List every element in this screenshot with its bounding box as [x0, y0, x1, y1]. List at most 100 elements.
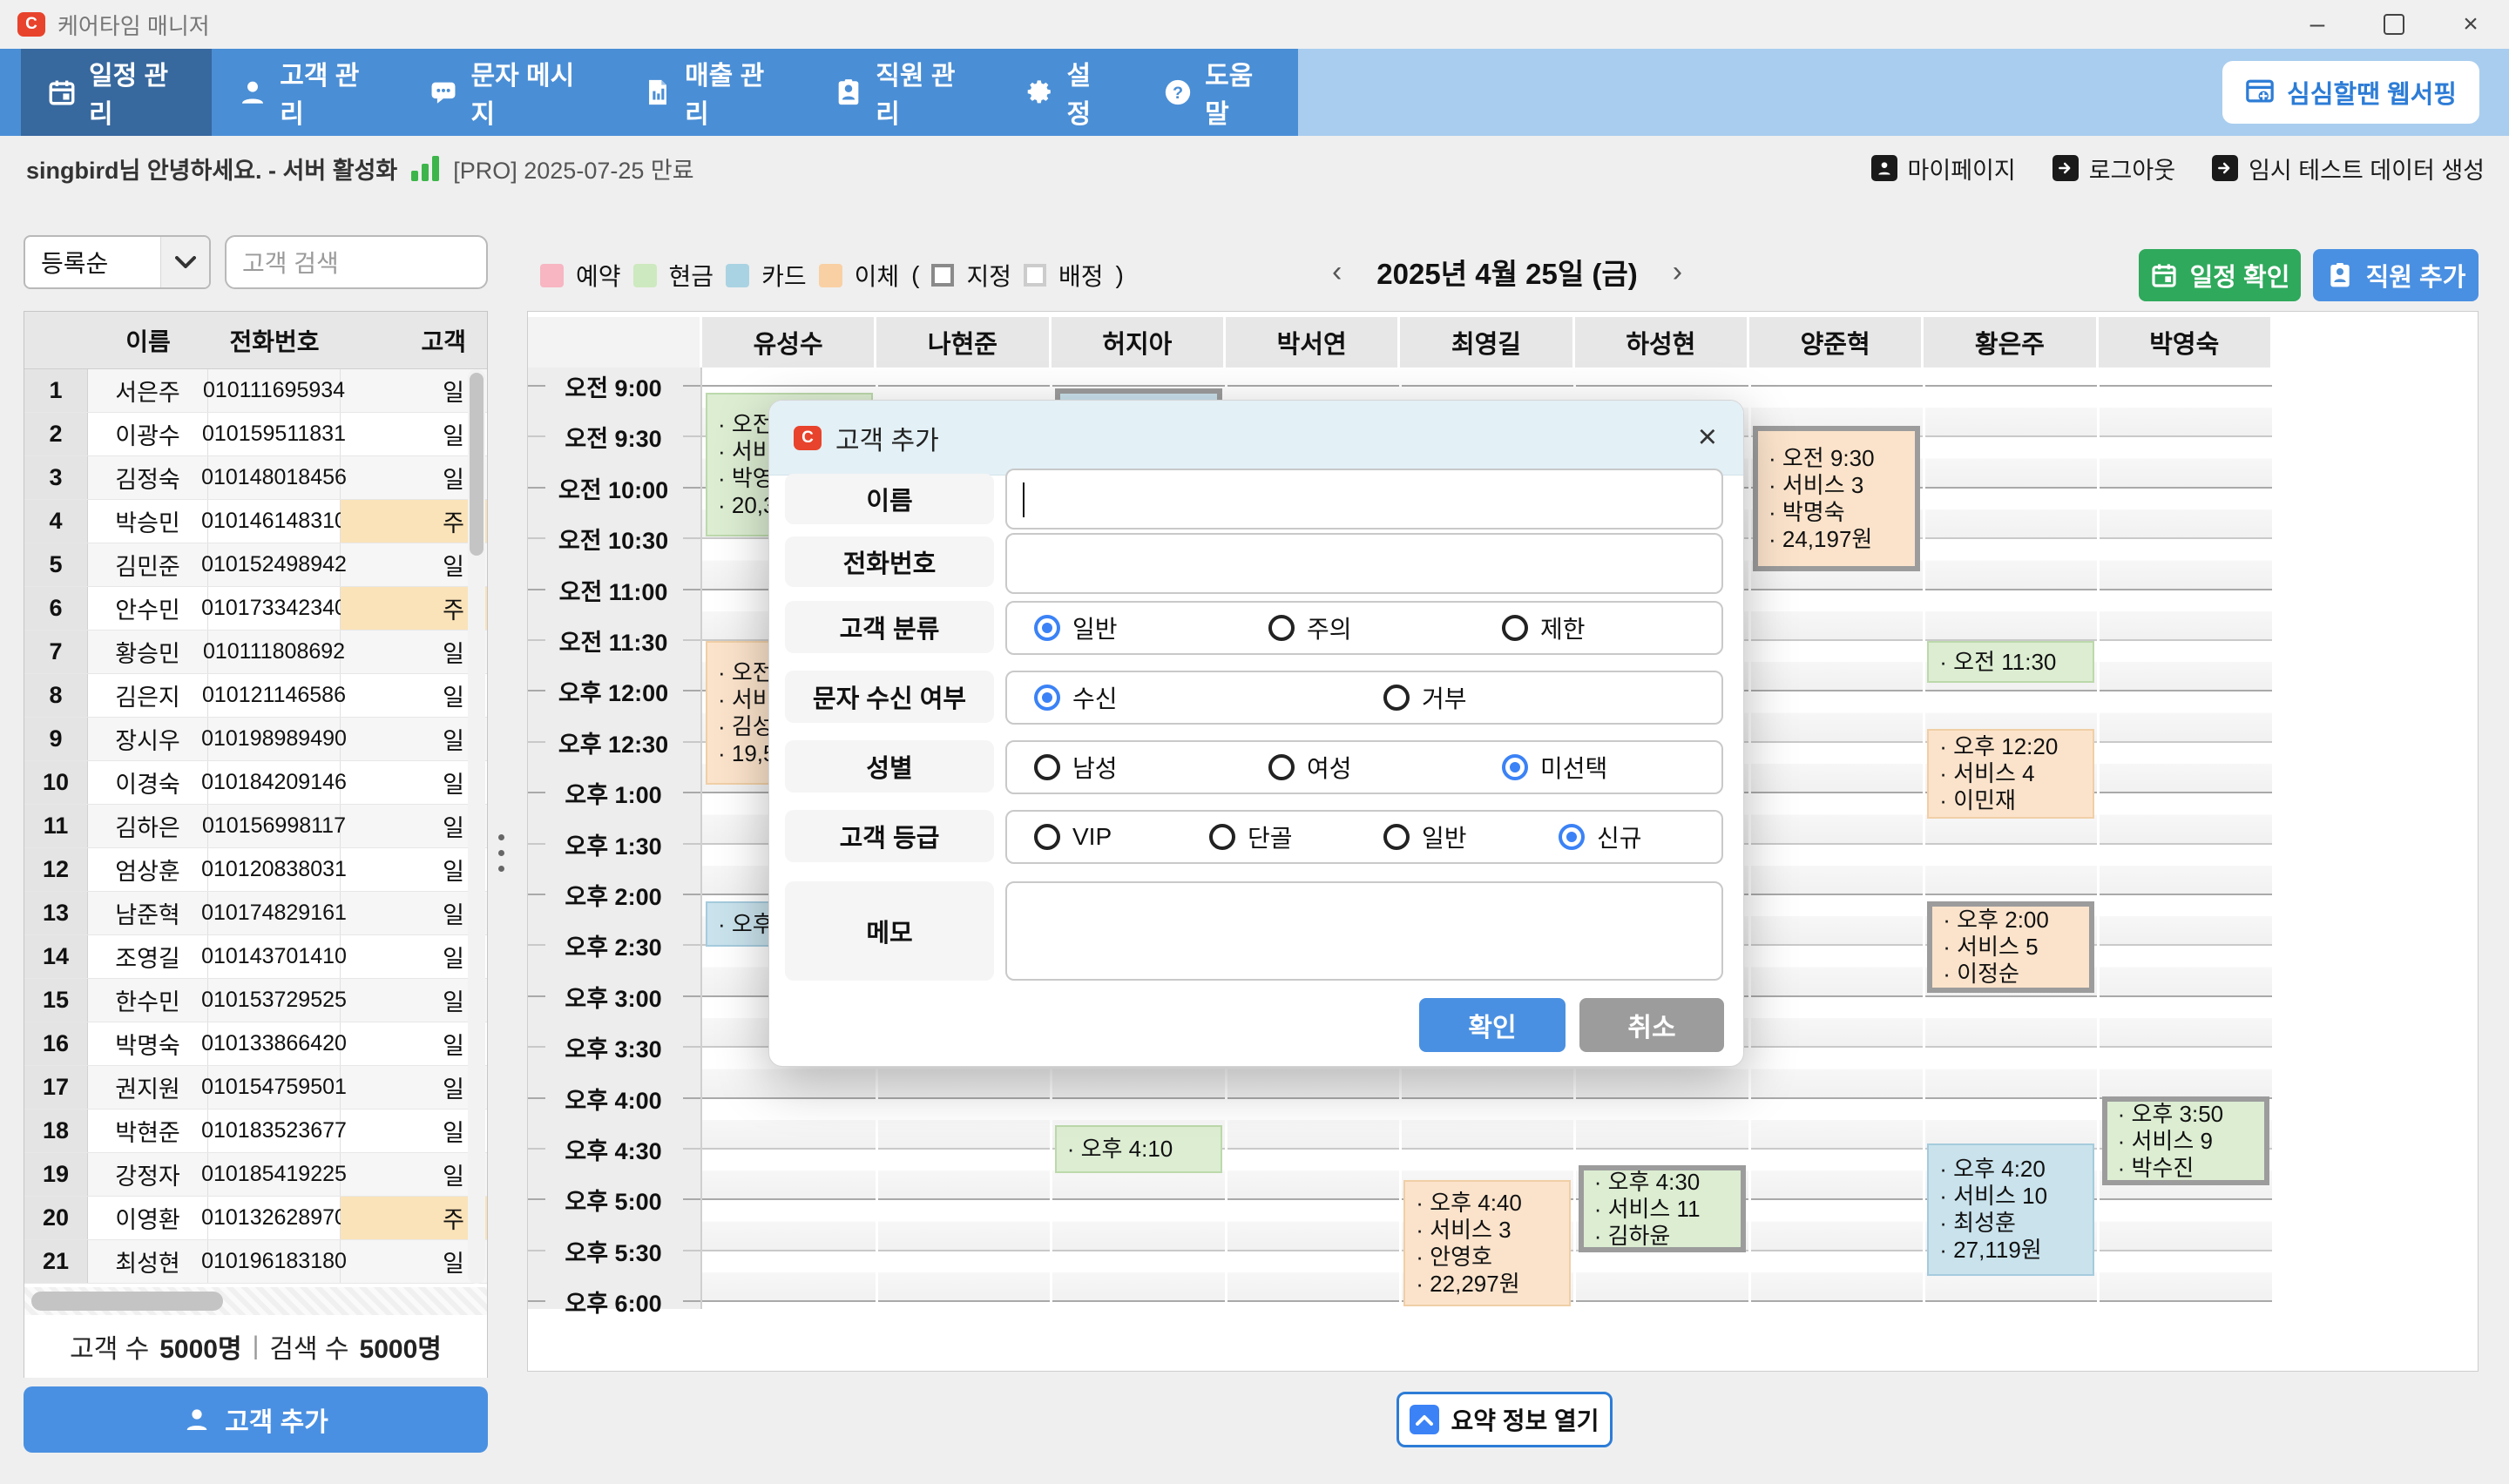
classification-option-1[interactable]: 일반	[1034, 610, 1118, 645]
staff-column-9[interactable]: 박영숙	[2099, 317, 2273, 368]
status-link-1[interactable]: 마이페이지	[1871, 152, 2016, 186]
gear-icon	[1025, 78, 1055, 107]
staff-column-6[interactable]: 하성현	[1575, 317, 1749, 368]
phone-input[interactable]	[1005, 533, 1723, 594]
staff-column-4[interactable]: 박서연	[1226, 317, 1400, 368]
grid-row[interactable]	[702, 1097, 2273, 1148]
customer-row-20[interactable]: 20이영환010132628970주	[24, 1197, 487, 1240]
check-schedule-button[interactable]: 일정 확인	[2139, 249, 2301, 301]
table-header: 이름 전화번호 고객	[24, 312, 487, 369]
customer-row-13[interactable]: 13남준혁010174829161일	[24, 892, 487, 935]
nav-tab-4[interactable]: 매출 관리	[617, 49, 808, 136]
staff-column-5[interactable]: 최영길	[1400, 317, 1574, 368]
status-link-3[interactable]: 임시 테스트 데이터 생성	[2212, 152, 2485, 186]
nav-tab-2[interactable]: 고객 관리	[212, 49, 402, 136]
license-text: [PRO] 2025-07-25 만료	[453, 152, 693, 186]
grade-option-2[interactable]: 단골	[1209, 820, 1293, 854]
cancel-button[interactable]: 취소	[1579, 998, 1724, 1052]
grade-option-3[interactable]: 일반	[1383, 820, 1467, 854]
maximize-button[interactable]	[2356, 0, 2432, 49]
nav-tab-6[interactable]: 설정	[999, 49, 1138, 136]
horizontal-scrollbar-thumb[interactable]	[31, 1292, 223, 1311]
customer-row-15[interactable]: 15한수민010153729525일	[24, 979, 487, 1022]
gender-option-2[interactable]: 여성	[1268, 750, 1352, 785]
calendar-icon	[47, 78, 77, 107]
grade-option-4[interactable]: 신규	[1559, 820, 1642, 854]
staff-column-8[interactable]: 황은주	[1924, 317, 2098, 368]
customer-row-11[interactable]: 11김하은010156998117일	[24, 805, 487, 848]
customer-row-3[interactable]: 3김정숙010148018456일	[24, 456, 487, 500]
customer-row-6[interactable]: 6안수민010173342340주	[24, 587, 487, 631]
appointment-13[interactable]: · 오후 3:50· 서비스 9· 박수진	[2102, 1096, 2269, 1185]
appointment-12[interactable]: · 오후 4:20· 서비스 10· 최성훈· 27,119원	[1927, 1143, 2094, 1276]
classification-option-3[interactable]: 제한	[1502, 610, 1586, 645]
classification-option-2[interactable]: 주의	[1268, 610, 1352, 645]
gender-option-3[interactable]: 미선택	[1502, 750, 1607, 785]
customer-row-8[interactable]: 8김은지010121146586일	[24, 674, 487, 718]
column-separator	[1923, 368, 1925, 1309]
customer-row-17[interactable]: 17권지원010154759501일	[24, 1066, 487, 1110]
appointment-5[interactable]: · 오후 4:10	[1055, 1125, 1222, 1173]
appointment-10[interactable]: · 오후 12:20· 서비스 4· 이민재	[1927, 729, 2094, 819]
nav-tab-3[interactable]: 문자 메시지	[402, 49, 617, 136]
close-button[interactable]: ×	[2432, 0, 2509, 49]
horizontal-scrollbar[interactable]	[24, 1287, 487, 1315]
prev-day-button[interactable]: ‹	[1332, 255, 1342, 289]
appointment-8[interactable]: · 오전 9:30· 서비스 3· 박명숙· 24,197원	[1753, 426, 1920, 571]
radio-unselected-icon	[1209, 824, 1235, 850]
customer-row-1[interactable]: 1서은주010111695934일	[24, 369, 487, 413]
customer-row-19[interactable]: 19강정자010185419225일	[24, 1153, 487, 1197]
sms-option-1[interactable]: 수신	[1034, 680, 1118, 715]
radio-unselected-icon	[1383, 685, 1410, 711]
confirm-button[interactable]: 확인	[1419, 998, 1566, 1052]
time-label: 오후 4:00	[528, 1082, 699, 1116]
customer-search-input[interactable]: 고객 검색	[225, 235, 488, 289]
modal-close-button[interactable]: ×	[1698, 419, 1717, 456]
modal-header: C 고객 추가 ×	[769, 401, 1743, 476]
customer-row-2[interactable]: 2이광수010159511831일	[24, 413, 487, 456]
summary-toggle-label: 요약 정보 열기	[1451, 1402, 1599, 1437]
next-day-button[interactable]: ›	[1673, 255, 1682, 289]
nav-tab-5[interactable]: 직원 관리	[808, 49, 998, 136]
name-input[interactable]	[1005, 469, 1723, 530]
customer-row-14[interactable]: 14조영길010143701410일	[24, 935, 487, 979]
customer-row-7[interactable]: 7황승민010111808692일	[24, 631, 487, 674]
grade-option-1[interactable]: VIP	[1034, 823, 1112, 851]
vertical-scrollbar-thumb[interactable]	[470, 373, 484, 556]
customer-row-16[interactable]: 16박명숙010133866420일	[24, 1022, 487, 1066]
panel-resize-handle[interactable]	[498, 834, 504, 872]
customer-row-9[interactable]: 9장시우010198989490일	[24, 718, 487, 761]
sms-option-2[interactable]: 거부	[1383, 680, 1467, 715]
appointment-7[interactable]: · 오후 4:30· 서비스 11· 김하윤	[1579, 1165, 1746, 1252]
nav-tab-7[interactable]: ?도움말	[1137, 49, 1298, 136]
staff-column-7[interactable]: 양준혁	[1749, 317, 1924, 368]
nav-menu: 일정 관리고객 관리문자 메시지매출 관리직원 관리설정?도움말	[0, 49, 1298, 136]
customer-row-18[interactable]: 18박현준010183523677일	[24, 1110, 487, 1153]
staff-column-2[interactable]: 나현준	[876, 317, 1051, 368]
sort-dropdown[interactable]: 등록순	[24, 235, 211, 289]
add-staff-button[interactable]: 직원 추가	[2313, 249, 2479, 301]
summary-toggle-button[interactable]: 요약 정보 열기	[1397, 1392, 1613, 1447]
customer-row-12[interactable]: 12엄상훈010120838031일	[24, 848, 487, 892]
time-label: 오후 5:30	[528, 1234, 699, 1268]
appointment-11[interactable]: · 오후 2:00· 서비스 5· 이정순	[1927, 901, 2094, 993]
add-customer-button[interactable]: 고객 추가	[24, 1386, 488, 1453]
sms-group: 수신 거부	[1005, 671, 1723, 725]
minimize-button[interactable]: –	[2279, 0, 2356, 49]
status-link-2[interactable]: 로그아웃	[2053, 152, 2175, 186]
customer-row-5[interactable]: 5김민준010152498942일	[24, 543, 487, 587]
staff-column-1[interactable]: 유성수	[702, 317, 876, 368]
user-icon	[1871, 155, 1897, 181]
appointment-6[interactable]: · 오후 4:40· 서비스 3· 안영호· 22,297원	[1403, 1180, 1571, 1306]
customer-row-4[interactable]: 4박승민010146148310주	[24, 500, 487, 543]
count-label: 고객 수	[70, 1327, 149, 1366]
websurf-button[interactable]: 심심할땐 웹서핑	[2222, 61, 2479, 124]
nav-tab-1[interactable]: 일정 관리	[21, 49, 212, 136]
vertical-scrollbar[interactable]	[468, 369, 485, 1284]
appointment-9[interactable]: · 오전 11:30	[1927, 641, 2094, 683]
customer-row-21[interactable]: 21최성현010196183180일	[24, 1240, 487, 1284]
staff-column-3[interactable]: 허지아	[1052, 317, 1226, 368]
customer-row-10[interactable]: 10이경숙010184209146일	[24, 761, 487, 805]
memo-textarea[interactable]	[1005, 881, 1723, 981]
gender-option-1[interactable]: 남성	[1034, 750, 1118, 785]
